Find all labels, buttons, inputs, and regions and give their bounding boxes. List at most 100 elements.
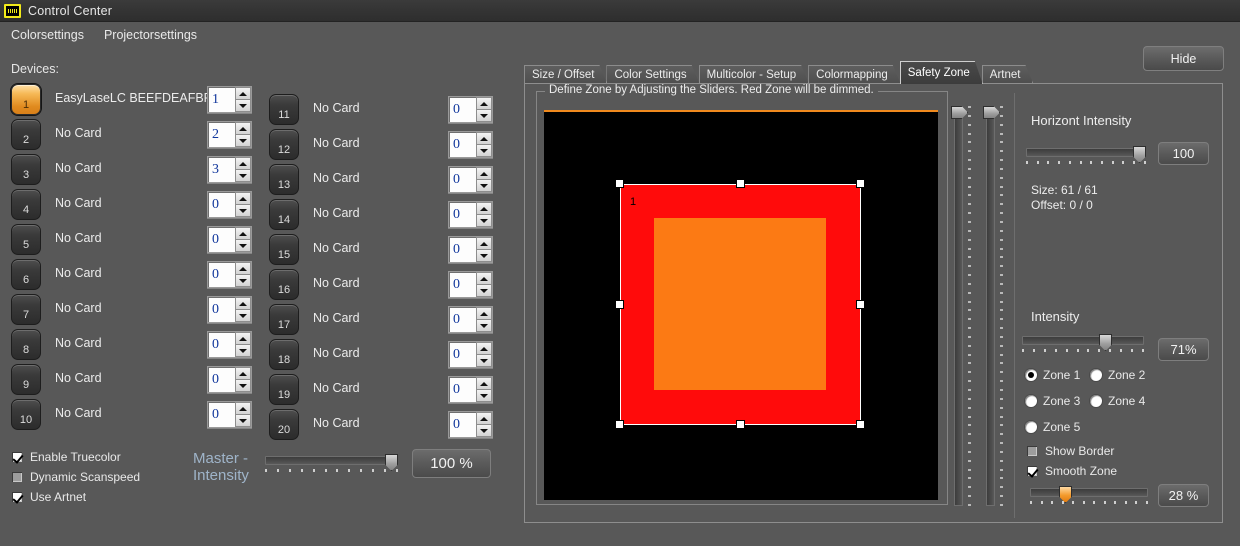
zone-handle-se[interactable] xyxy=(856,420,865,429)
spinner-up-button[interactable] xyxy=(235,87,251,99)
spinner-up-button[interactable] xyxy=(476,377,492,389)
spinner-up-button[interactable] xyxy=(476,342,492,354)
device-universe-spinner-9[interactable]: 0 xyxy=(207,366,252,393)
slider-thumb[interactable] xyxy=(983,106,1000,119)
device-button-5[interactable]: 5 xyxy=(11,224,41,255)
device-button-11[interactable]: 11 xyxy=(269,94,299,125)
vertical-slider-1[interactable] xyxy=(949,106,975,506)
checkbox-enable-truecolor[interactable]: Enable Truecolor xyxy=(11,450,121,464)
checkbox-dynamic-scanspeed[interactable]: Dynamic Scanspeed xyxy=(11,470,140,484)
tab-size-offset[interactable]: Size / Offset xyxy=(524,65,607,84)
device-button-7[interactable]: 7 xyxy=(11,294,41,325)
zone-handle-sw[interactable] xyxy=(615,420,624,429)
spinner-down-button[interactable] xyxy=(235,169,251,182)
device-universe-spinner-17[interactable]: 0 xyxy=(448,306,493,333)
device-button-19[interactable]: 19 xyxy=(269,374,299,405)
radio-circle[interactable] xyxy=(1025,395,1037,407)
tab-artnet[interactable]: Artnet xyxy=(982,65,1034,84)
radio-circle[interactable] xyxy=(1025,421,1037,433)
tab-multicolor-setup[interactable]: Multicolor - Setup xyxy=(699,65,809,84)
radio-zone-5[interactable]: Zone 5 xyxy=(1025,420,1080,434)
spinner-down-button[interactable] xyxy=(476,284,492,297)
spinner-up-button[interactable] xyxy=(235,262,251,274)
device-button-3[interactable]: 3 xyxy=(11,154,41,185)
device-universe-spinner-19[interactable]: 0 xyxy=(448,376,493,403)
device-universe-spinner-13[interactable]: 0 xyxy=(448,166,493,193)
master-intensity-slider[interactable] xyxy=(265,456,398,466)
spinner-down-button[interactable] xyxy=(235,99,251,112)
device-button-9[interactable]: 9 xyxy=(11,364,41,395)
menu-item-projectorsettings[interactable]: Projectorsettings xyxy=(104,28,197,42)
spinner-down-button[interactable] xyxy=(476,214,492,227)
tab-safety-zone[interactable]: Safety Zone xyxy=(900,61,983,84)
spinner-down-button[interactable] xyxy=(235,379,251,392)
device-universe-spinner-4[interactable]: 0 xyxy=(207,191,252,218)
radio-zone-3[interactable]: Zone 3 xyxy=(1025,394,1080,408)
spinner-down-button[interactable] xyxy=(235,414,251,427)
spinner-up-button[interactable] xyxy=(235,122,251,134)
spinner-up-button[interactable] xyxy=(235,332,251,344)
device-universe-spinner-7[interactable]: 0 xyxy=(207,296,252,323)
menu-item-colorsettings[interactable]: Colorsettings xyxy=(11,28,84,42)
radio-zone-2[interactable]: Zone 2 xyxy=(1090,368,1145,382)
device-universe-spinner-16[interactable]: 0 xyxy=(448,271,493,298)
device-button-1[interactable]: 1 xyxy=(11,84,41,115)
checkbox-box[interactable] xyxy=(1026,465,1038,477)
zone-handle-s[interactable] xyxy=(736,420,745,429)
spinner-up-button[interactable] xyxy=(476,202,492,214)
device-button-13[interactable]: 13 xyxy=(269,164,299,195)
device-button-12[interactable]: 12 xyxy=(269,129,299,160)
spinner-down-button[interactable] xyxy=(476,144,492,157)
device-universe-spinner-8[interactable]: 0 xyxy=(207,331,252,358)
device-button-6[interactable]: 6 xyxy=(11,259,41,290)
device-universe-spinner-18[interactable]: 0 xyxy=(448,341,493,368)
device-button-8[interactable]: 8 xyxy=(11,329,41,360)
slider-thumb[interactable] xyxy=(951,106,968,119)
zone-handle-e[interactable] xyxy=(856,300,865,309)
spinner-down-button[interactable] xyxy=(476,109,492,122)
device-universe-spinner-15[interactable]: 0 xyxy=(448,236,493,263)
spinner-down-button[interactable] xyxy=(476,249,492,262)
spinner-down-button[interactable] xyxy=(476,389,492,402)
zone-handle-ne[interactable] xyxy=(856,179,865,188)
spinner-up-button[interactable] xyxy=(476,97,492,109)
device-button-20[interactable]: 20 xyxy=(269,409,299,440)
device-button-4[interactable]: 4 xyxy=(11,189,41,220)
device-button-18[interactable]: 18 xyxy=(269,339,299,370)
spinner-down-button[interactable] xyxy=(235,274,251,287)
tab-color-settings[interactable]: Color Settings xyxy=(606,65,699,84)
spinner-up-button[interactable] xyxy=(235,192,251,204)
spinner-down-button[interactable] xyxy=(476,424,492,437)
device-universe-spinner-20[interactable]: 0 xyxy=(448,411,493,438)
device-button-2[interactable]: 2 xyxy=(11,119,41,150)
spinner-down-button[interactable] xyxy=(476,319,492,332)
checkbox-box[interactable] xyxy=(11,471,23,483)
radio-circle[interactable] xyxy=(1090,369,1102,381)
spinner-up-button[interactable] xyxy=(235,402,251,414)
spinner-up-button[interactable] xyxy=(235,297,251,309)
zone-handle-n[interactable] xyxy=(736,179,745,188)
spinner-up-button[interactable] xyxy=(476,307,492,319)
tab-colormapping[interactable]: Colormapping xyxy=(808,65,901,84)
zone-handle-nw[interactable] xyxy=(615,179,624,188)
spinner-up-button[interactable] xyxy=(235,367,251,379)
checkbox-box[interactable] xyxy=(11,451,23,463)
checkbox-show-border[interactable]: Show Border xyxy=(1026,444,1114,458)
zone-handle-w[interactable] xyxy=(615,300,624,309)
device-button-17[interactable]: 17 xyxy=(269,304,299,335)
smooth-zone-slider[interactable] xyxy=(1030,488,1148,498)
device-universe-spinner-12[interactable]: 0 xyxy=(448,131,493,158)
vertical-slider-2[interactable] xyxy=(981,106,1007,506)
device-universe-spinner-10[interactable]: 0 xyxy=(207,401,252,428)
device-universe-spinner-5[interactable]: 0 xyxy=(207,226,252,253)
spinner-down-button[interactable] xyxy=(476,179,492,192)
spinner-up-button[interactable] xyxy=(476,167,492,179)
device-universe-spinner-11[interactable]: 0 xyxy=(448,96,493,123)
radio-circle[interactable] xyxy=(1090,395,1102,407)
zone-preview-canvas[interactable]: 1 xyxy=(544,110,938,500)
device-button-14[interactable]: 14 xyxy=(269,199,299,230)
spinner-down-button[interactable] xyxy=(235,204,251,217)
spinner-up-button[interactable] xyxy=(235,227,251,239)
spinner-up-button[interactable] xyxy=(476,132,492,144)
spinner-down-button[interactable] xyxy=(235,309,251,322)
